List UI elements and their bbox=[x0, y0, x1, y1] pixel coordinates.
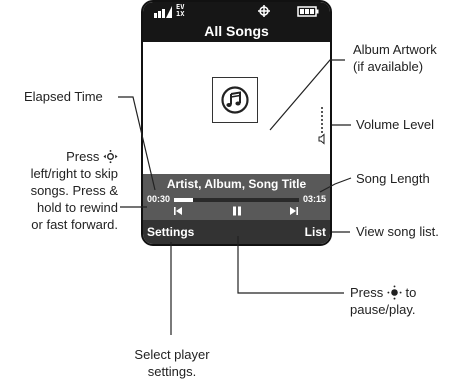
list-softkey[interactable]: List bbox=[305, 225, 326, 239]
elapsed-time: 00:30 bbox=[147, 194, 171, 204]
progress-fill bbox=[174, 198, 194, 202]
song-length-label: Song Length bbox=[356, 171, 430, 186]
settings-softkey[interactable]: Settings bbox=[147, 225, 194, 239]
previous-icon[interactable] bbox=[173, 206, 183, 216]
song-title: Artist, Album, Song Title bbox=[166, 177, 307, 191]
volume-level-label: Volume Level bbox=[356, 117, 435, 132]
elapsed-time-label: Elapsed Time bbox=[24, 89, 103, 104]
gps-crosshair-icon bbox=[258, 5, 270, 17]
signal-bars-icon bbox=[154, 6, 172, 18]
view-list-label: View song list. bbox=[356, 224, 439, 239]
phone-screen: EV 1X All Songs Artist, Album, Song Titl… bbox=[141, 0, 332, 246]
nav-key-left-right-icon bbox=[103, 149, 118, 164]
song-length: 03:15 bbox=[302, 194, 326, 204]
pause-play-label: Press to pause/play. bbox=[350, 285, 417, 317]
nav-key-center-icon bbox=[387, 285, 402, 300]
network-badge: EV 1X bbox=[176, 3, 185, 18]
album-artwork-area bbox=[143, 42, 330, 174]
pause-icon[interactable] bbox=[232, 206, 242, 216]
speaker-icon bbox=[318, 133, 325, 145]
volume-level-indicator bbox=[318, 107, 325, 145]
album-artwork-placeholder bbox=[212, 77, 258, 123]
battery-icon bbox=[297, 6, 319, 17]
album-artwork-label: Album Artwork (if available) bbox=[353, 42, 437, 74]
screen-title: All Songs bbox=[204, 23, 269, 39]
next-icon[interactable] bbox=[289, 206, 299, 216]
skip-instructions-label: Press left/right to skip songs. Press & … bbox=[30, 149, 118, 232]
select-settings-label: Select player settings. bbox=[134, 347, 210, 379]
softkey-bar: Settings List bbox=[143, 220, 330, 244]
now-playing-bar: Artist, Album, Song Title 00:30 03:15 bbox=[143, 174, 330, 220]
progress-bar[interactable] bbox=[174, 198, 299, 202]
music-note-icon bbox=[221, 86, 249, 114]
status-bar: EV 1X All Songs bbox=[143, 2, 330, 42]
